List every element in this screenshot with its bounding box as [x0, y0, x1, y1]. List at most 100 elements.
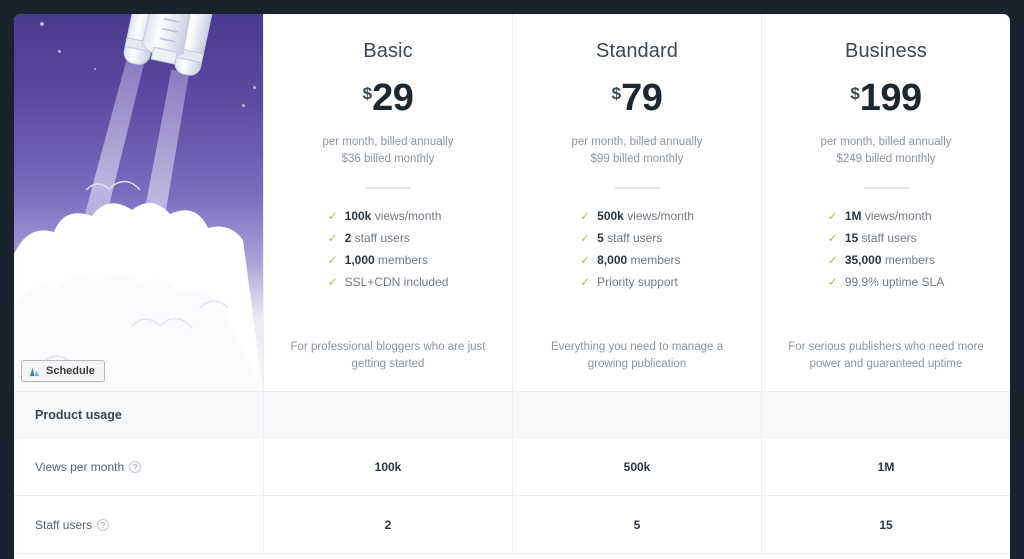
- check-icon: ✓: [580, 253, 591, 267]
- plan-column-basic[interactable]: Basic $ 29 per month, billed annually $3…: [263, 14, 512, 391]
- list-item: ✓ 99.9% uptime SLA: [828, 271, 944, 293]
- row-value-business: 1M: [761, 437, 1010, 496]
- feature-strong: 8,000: [597, 253, 628, 267]
- billing-line-1: per month, billed annually: [820, 136, 952, 148]
- plan-price: $ 199: [850, 77, 922, 125]
- plan-column-standard[interactable]: Standard $ 79 per month, billed annually…: [512, 14, 761, 391]
- currency-symbol: $: [850, 84, 860, 103]
- feature-text: staff users: [858, 231, 917, 245]
- list-item: ✓ Priority support: [580, 271, 694, 293]
- plan-price: $ 29: [363, 79, 414, 125]
- row-value-standard: 500k: [512, 437, 761, 496]
- feature-strong: 500k: [597, 209, 624, 223]
- check-icon: ✓: [827, 253, 838, 267]
- rocket-launch-illustration: Schedule: [14, 14, 263, 391]
- feature-strong: 5: [597, 231, 604, 245]
- list-item: ✓ 35,000 members: [828, 249, 944, 271]
- row-value-business: 15: [761, 495, 1010, 554]
- billing-line-2: $99 billed monthly: [590, 153, 684, 165]
- currency-symbol: $: [362, 84, 373, 103]
- plan-description: For serious publishers who need more pow…: [788, 341, 984, 370]
- row-label-text: Staff users: [35, 517, 93, 532]
- feature-list: ✓ 1M views/month ✓ 15 staff users ✓ 35,0…: [828, 205, 944, 293]
- check-icon: ✓: [827, 231, 838, 245]
- feature-strong: 1,000: [344, 253, 375, 267]
- check-icon: ✓: [580, 231, 591, 245]
- feature-strong: 15: [844, 231, 859, 245]
- check-icon: ✓: [327, 253, 338, 267]
- list-item: ✓ 500k views/month: [580, 205, 694, 227]
- plan-description: For professional bloggers who are just g…: [290, 341, 486, 370]
- divider: [863, 187, 909, 189]
- feature-text: views/month: [623, 209, 694, 223]
- help-icon[interactable]: ?: [97, 518, 110, 531]
- billing-line-2: $249 billed monthly: [836, 153, 936, 165]
- list-item: ✓ 1,000 members: [328, 249, 449, 271]
- feature-text: staff users: [351, 231, 410, 245]
- list-item: ✓ 1M views/month: [828, 205, 944, 227]
- row-label: Views per month ?: [14, 460, 263, 474]
- row-value-basic: 100k: [263, 437, 512, 496]
- billing-line-1: per month, billed annually: [571, 136, 703, 148]
- feature-text: Priority support: [597, 275, 678, 289]
- feature-text: views/month: [371, 209, 442, 223]
- billing-line-1: per month, billed annually: [322, 136, 454, 148]
- help-icon[interactable]: ?: [129, 460, 142, 473]
- section-title: Product usage: [35, 407, 122, 422]
- feature-strong: 1M: [844, 209, 862, 223]
- check-icon: ✓: [327, 231, 338, 245]
- divider: [365, 187, 411, 189]
- chart-icon: [29, 367, 40, 376]
- list-item: ✓ 8,000 members: [580, 249, 694, 271]
- check-icon: ✓: [827, 275, 838, 289]
- feature-text: staff users: [603, 231, 663, 245]
- clouds-decoration: [14, 180, 263, 391]
- feature-text: SSL+CDN included: [344, 275, 449, 289]
- check-icon: ✓: [580, 275, 591, 289]
- feature-text: views/month: [861, 209, 932, 223]
- row-label: Staff users ?: [14, 518, 263, 532]
- feature-text: 99.9% uptime SLA: [844, 275, 945, 289]
- feature-list: ✓ 500k views/month ✓ 5 staff users ✓ 8,0…: [580, 205, 694, 293]
- price-amount: 79: [621, 77, 663, 119]
- section-spacer: [512, 391, 761, 438]
- table-row: Staff users ? 2 5 15: [14, 495, 1010, 554]
- feature-text: members: [627, 253, 681, 267]
- list-item: ✓ 2 staff users: [328, 227, 449, 249]
- feature-strong: 35,000: [844, 253, 882, 267]
- plans-row: Schedule Basic $ 29 per month, billed an…: [14, 14, 1010, 391]
- list-item: ✓ SSL+CDN included: [328, 271, 449, 293]
- page-background: Schedule Basic $ 29 per month, billed an…: [0, 0, 1024, 559]
- section-spacer: [761, 391, 1010, 438]
- feature-text: members: [881, 253, 935, 267]
- plan-description: Everything you need to manage a growing …: [551, 341, 723, 370]
- check-icon: ✓: [327, 209, 338, 223]
- comparison-section-header: Product usage: [14, 391, 1010, 438]
- schedule-button-label: Schedule: [46, 365, 95, 377]
- plan-name: Business: [845, 40, 927, 62]
- price-amount: 199: [859, 77, 922, 119]
- divider: [614, 187, 660, 189]
- row-label-text: Views per month: [35, 459, 125, 474]
- list-item: ✓ 15 staff users: [828, 227, 944, 249]
- check-icon: ✓: [580, 209, 591, 223]
- pricing-card: Schedule Basic $ 29 per month, billed an…: [14, 14, 1010, 559]
- feature-strong: 100k: [344, 209, 372, 223]
- plan-column-business[interactable]: Business $ 199 per month, billed annuall…: [761, 14, 1010, 391]
- currency-symbol: $: [611, 84, 622, 103]
- row-value-basic: 2: [263, 495, 512, 554]
- feature-list: ✓ 100k views/month ✓ 2 staff users ✓ 1,0…: [328, 205, 449, 293]
- billing-line-2: $36 billed monthly: [341, 153, 435, 165]
- list-item: ✓ 100k views/month: [328, 205, 449, 227]
- schedule-button[interactable]: Schedule: [21, 360, 105, 382]
- section-spacer: [263, 391, 512, 438]
- feature-text: members: [374, 253, 429, 267]
- check-icon: ✓: [827, 209, 838, 223]
- list-item: ✓ 5 staff users: [580, 227, 694, 249]
- check-icon: ✓: [327, 275, 338, 289]
- plan-price: $ 79: [612, 79, 663, 125]
- plan-name: Basic: [363, 40, 413, 62]
- row-value-standard: 5: [512, 495, 761, 554]
- price-amount: 29: [372, 77, 414, 119]
- plan-name: Standard: [596, 40, 678, 62]
